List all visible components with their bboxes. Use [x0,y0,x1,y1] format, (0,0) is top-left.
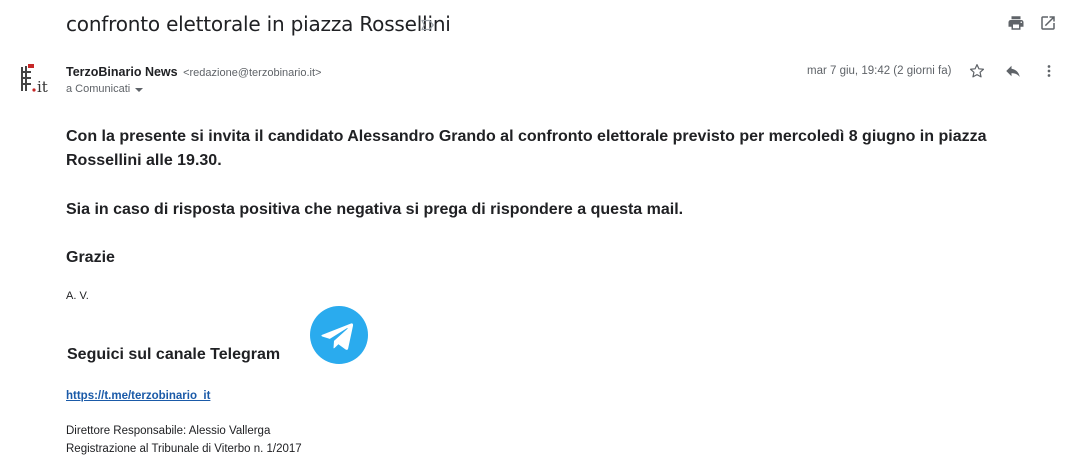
body-paragraph-thanks: Grazie [66,249,115,266]
avatar-text: it [37,78,48,96]
caret-down-icon[interactable] [135,88,144,92]
footer-director: Direttore Responsabile: Alessio Vallerga [66,425,271,437]
body-paragraph-request: Sia in caso di risposta positiva che neg… [66,201,684,218]
label-outline-icon[interactable] [419,16,437,34]
signature-initials: A. V. [66,290,89,302]
telegram-link[interactable]: https://t.me/terzobinario_it [66,390,210,402]
email-date: mar 7 giu, 19:42 (2 giorni fa) [807,65,952,77]
footer-registration: Registrazione al Tribunale di Viterbo n.… [66,443,302,455]
sender-avatar[interactable]: it [18,62,52,96]
sender-name[interactable]: TerzoBinario News [66,65,178,79]
print-icon[interactable] [1007,14,1025,32]
thread-actions [1007,14,1057,32]
sender-line: TerzoBinario News <redazione@terzobinari… [66,65,321,79]
recipient-label: a Comunicati [66,83,131,95]
open-in-new-window-icon[interactable] [1039,14,1057,32]
more-vert-icon[interactable] [1040,62,1058,80]
star-icon[interactable] [968,62,986,80]
email-subject: confronto elettorale in piazza Rossellin… [66,12,451,36]
body-paragraph-invitation: Con la presente si invita il candidato A… [66,128,987,169]
sender-email: <redazione@terzobinario.it> [183,67,322,79]
message-actions [968,62,1058,80]
telegram-title: Seguici sul canale Telegram [67,346,281,363]
reply-icon[interactable] [1004,62,1022,80]
recipient-dropdown[interactable]: a Comunicati [66,83,144,95]
telegram-icon[interactable] [310,306,368,364]
